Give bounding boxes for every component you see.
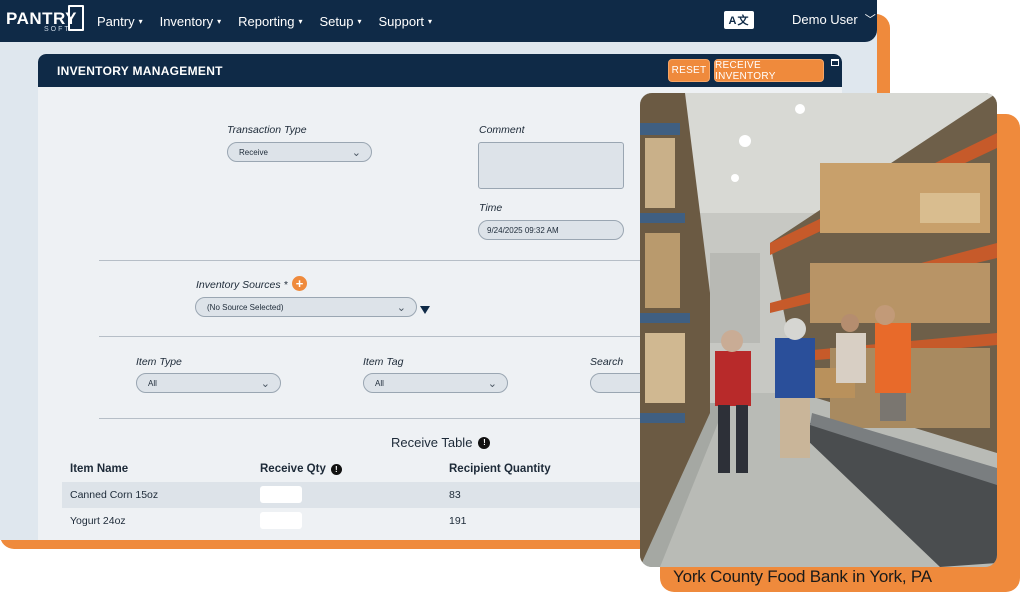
panel-header: INVENTORY MANAGEMENT RESET RECEIVE INVEN… (38, 54, 842, 87)
item-name-cell: Yogurt 24oz (70, 515, 126, 527)
recipient-quantity-cell: 191 (449, 515, 467, 527)
warehouse-illustration (640, 93, 997, 567)
search-label: Search (590, 356, 624, 368)
warehouse-photo (640, 93, 997, 567)
column-header-label: Receive Qty (260, 463, 326, 475)
nav-item-label: Inventory (159, 13, 214, 29)
item-tag-select[interactable]: All ⌄ (363, 373, 508, 393)
nav-item-label: Support (378, 13, 425, 29)
info-icon[interactable]: ! (478, 436, 491, 449)
section-divider (99, 336, 659, 337)
item-type-value: All (148, 378, 157, 388)
column-header-recipient-quantity[interactable]: Recipient Quantity (449, 463, 551, 475)
transaction-type-label: Transaction Type (227, 124, 307, 136)
chevron-down-icon: ﹀ (864, 14, 876, 26)
receive-table-title: Receive Table ! (391, 435, 491, 450)
caret-down-icon: ▾ (428, 16, 433, 26)
nav-item-support[interactable]: Support ▾ (378, 14, 432, 29)
marketing-composition: PANTRY SOFT Pantry ▾ Inventory ▾ Reporting… (0, 0, 1024, 600)
info-icon[interactable]: ! (330, 463, 342, 475)
user-name: Demo User (792, 11, 858, 27)
chevron-down-icon: ⌄ (396, 302, 406, 314)
user-menu[interactable]: Demo User ﹀ (792, 11, 876, 27)
receive-qty-input[interactable] (260, 486, 302, 503)
receive-table-title-text: Receive Table (391, 435, 473, 450)
receive-qty-input[interactable] (260, 512, 302, 529)
comment-label: Comment (479, 124, 525, 136)
pantrysoft-logo[interactable]: PANTRY SOFT (6, 5, 84, 37)
item-tag-value: All (375, 378, 384, 388)
item-name-cell: Canned Corn 15oz (70, 489, 159, 501)
column-header-receive-qty[interactable]: Receive Qty! (260, 463, 342, 475)
nav-item-setup[interactable]: Setup ▾ (319, 14, 361, 29)
logo-subtext: SOFT (44, 26, 71, 33)
filter-icon[interactable] (420, 306, 430, 314)
item-type-label: Item Type (136, 356, 182, 368)
column-header-label: Recipient Quantity (449, 463, 551, 475)
nav-item-label: Reporting (238, 13, 295, 29)
caret-down-icon: ▾ (357, 16, 362, 26)
caret-down-icon: ▾ (138, 16, 143, 26)
logo-door-icon (68, 5, 84, 31)
top-navbar: PANTRY SOFT Pantry ▾ Inventory ▾ Reporting… (0, 0, 877, 42)
nav-item-label: Setup (319, 13, 354, 29)
item-type-select[interactable]: All ⌄ (136, 373, 281, 393)
add-source-icon[interactable]: + (292, 276, 307, 291)
transaction-type-select[interactable]: Receive ⌄ (227, 142, 372, 162)
comment-field[interactable] (478, 142, 624, 189)
time-field[interactable]: 9/24/2025 09:32 AM (478, 220, 624, 240)
time-label: Time (479, 202, 503, 214)
caret-down-icon: ▾ (298, 16, 303, 26)
nav-item-inventory[interactable]: Inventory ▾ (160, 14, 222, 29)
photo-caption: York County Food Bank in York, PA (673, 567, 932, 586)
time-value: 9/24/2025 09:32 AM (487, 225, 559, 235)
caret-down-icon: ▾ (217, 16, 222, 26)
receive-inventory-button[interactable]: RECEIVE INVENTORY (714, 59, 824, 82)
nav-item-reporting[interactable]: Reporting ▾ (238, 14, 302, 29)
inventory-sources-value: (No Source Selected) (207, 302, 284, 312)
nav-item-label: Pantry (97, 13, 135, 29)
chevron-down-icon: ⌄ (351, 147, 361, 159)
reset-button[interactable]: RESET (668, 59, 710, 82)
chevron-down-icon: ⌄ (260, 378, 270, 390)
nav-item-pantry[interactable]: Pantry ▾ (97, 14, 143, 29)
panel-title: INVENTORY MANAGEMENT (57, 64, 223, 78)
minimize-icon[interactable] (831, 59, 839, 66)
section-divider (99, 260, 659, 261)
chevron-down-icon: ⌄ (487, 378, 497, 390)
translate-icon[interactable]: A文 (724, 11, 754, 29)
inventory-sources-label: Inventory Sources * (196, 279, 288, 291)
section-divider (99, 418, 659, 419)
recipient-quantity-cell: 83 (449, 489, 461, 501)
column-header-label: Item Name (70, 463, 129, 475)
column-header-item-name[interactable]: Item Name (70, 463, 128, 475)
item-tag-label: Item Tag (363, 356, 404, 368)
inventory-sources-select[interactable]: (No Source Selected) ⌄ (195, 297, 417, 317)
transaction-type-value: Receive (239, 147, 268, 157)
main-menu: Pantry ▾ Inventory ▾ Reporting ▾ Setup ▾ Sup… (97, 0, 449, 42)
